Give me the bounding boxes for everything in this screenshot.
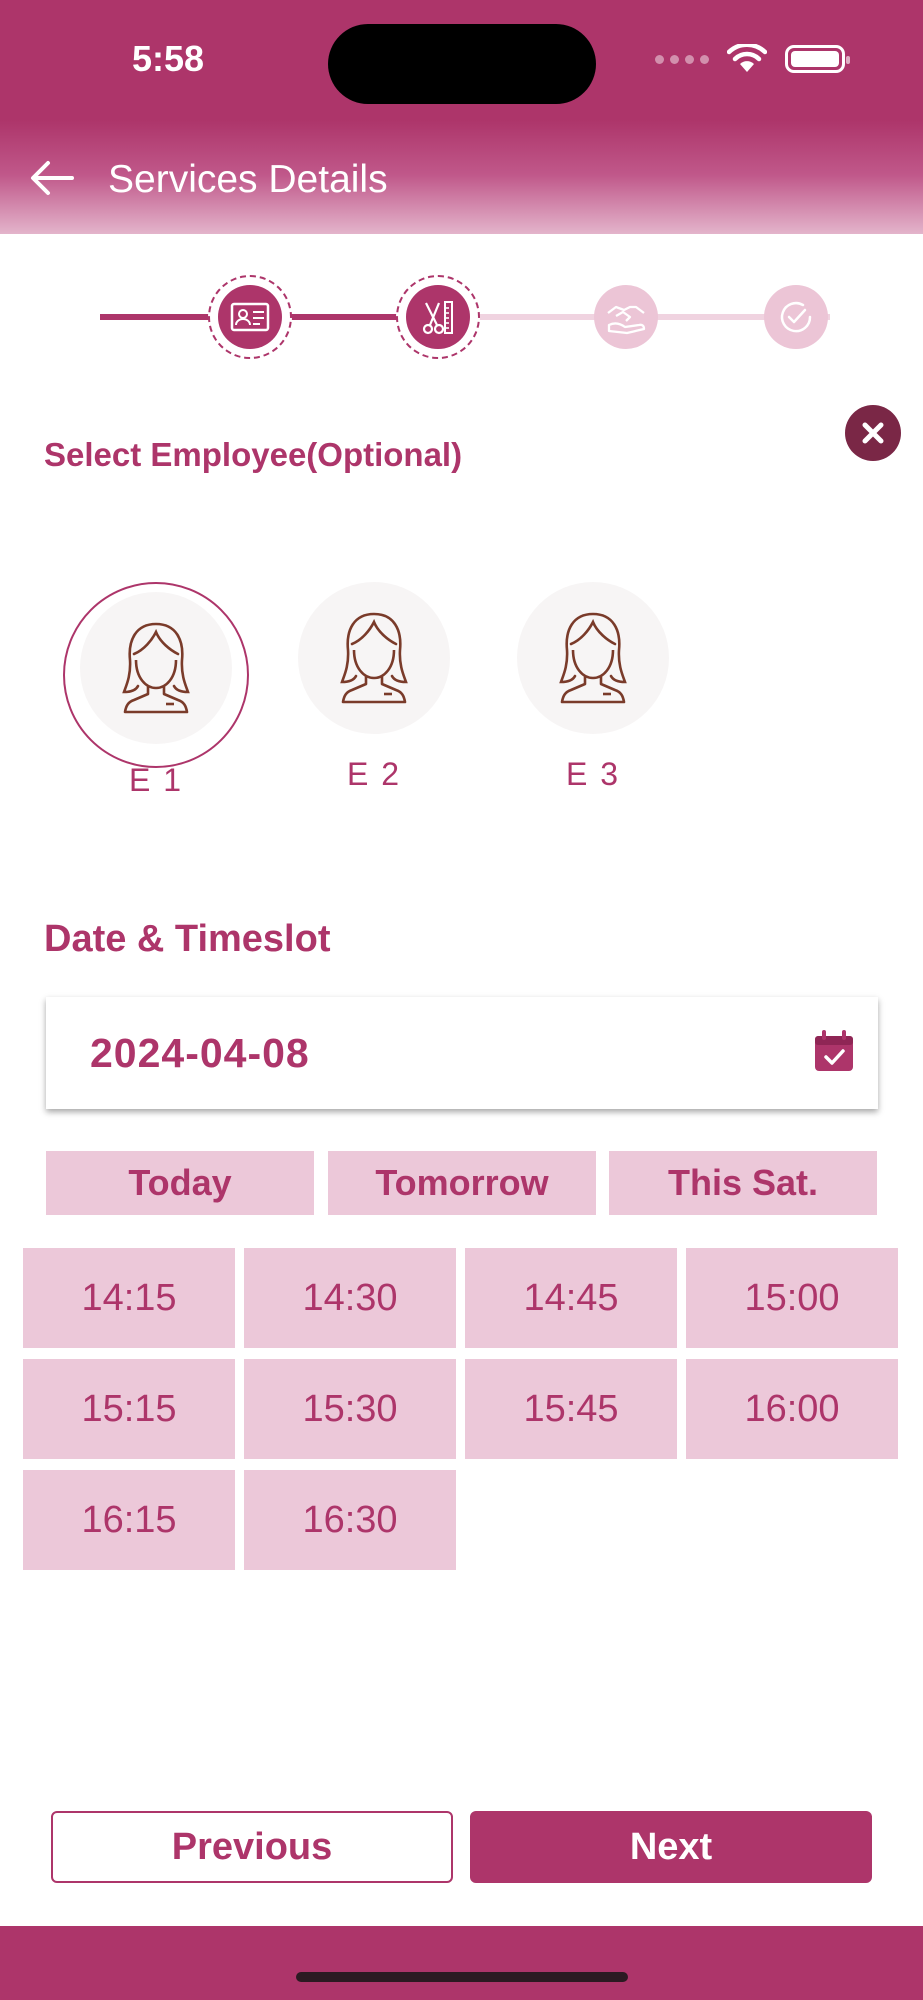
- scissors-comb-icon: [422, 301, 453, 335]
- quick-date-today[interactable]: Today: [46, 1151, 314, 1215]
- date-picker-field[interactable]: 2024-04-08: [46, 997, 878, 1109]
- page-title: Services Details: [108, 158, 388, 201]
- female-avatar-icon: [340, 612, 408, 704]
- date-section-title: Date & Timeslot: [44, 918, 331, 960]
- home-indicator[interactable]: [296, 1972, 628, 1982]
- close-icon: [862, 422, 884, 444]
- employee-label: E 2: [346, 756, 402, 792]
- quick-date-this-sat[interactable]: This Sat.: [609, 1151, 877, 1215]
- time-slot[interactable]: 16:15: [23, 1470, 235, 1570]
- id-card-icon: [230, 302, 270, 332]
- step-3-node[interactable]: [584, 275, 668, 359]
- selected-ring: [63, 582, 249, 768]
- quick-date-tomorrow[interactable]: Tomorrow: [328, 1151, 596, 1215]
- progress-stepper: [100, 275, 830, 359]
- battery-icon: [785, 45, 850, 73]
- employee-section-title: Select Employee(Optional): [44, 436, 463, 473]
- time-slot[interactable]: 15:45: [465, 1359, 677, 1459]
- employee-option-1[interactable]: E 1: [63, 582, 249, 799]
- step-4-node[interactable]: [754, 275, 838, 359]
- employee-option-3[interactable]: E 3: [500, 582, 686, 793]
- date-value: 2024-04-08: [90, 1029, 310, 1076]
- female-avatar-icon: [559, 612, 627, 704]
- step-2-node[interactable]: [396, 275, 480, 359]
- step-1-node[interactable]: [208, 275, 292, 359]
- avatar: [517, 582, 669, 734]
- employee-label: E 3: [565, 756, 621, 792]
- dynamic-island: [328, 24, 596, 104]
- next-button[interactable]: Next: [470, 1811, 872, 1883]
- cellular-signal-icon: [655, 54, 709, 64]
- previous-button[interactable]: Previous: [51, 1811, 453, 1883]
- time-slot[interactable]: 16:00: [686, 1359, 898, 1459]
- bottom-bar: [0, 1926, 923, 2000]
- employee-option-2[interactable]: E 2: [281, 582, 467, 793]
- check-circle-icon: [780, 301, 812, 333]
- avatar: [298, 582, 450, 734]
- handshake-icon: [607, 305, 646, 335]
- back-arrow-icon[interactable]: [28, 158, 76, 198]
- time-slot[interactable]: 16:30: [244, 1470, 456, 1570]
- close-button[interactable]: [845, 405, 901, 461]
- app-header: 5:58 Services Details: [0, 0, 923, 234]
- status-time: 5:58: [132, 38, 205, 79]
- time-slot[interactable]: 14:45: [465, 1248, 677, 1348]
- time-slot[interactable]: 15:00: [686, 1248, 898, 1348]
- time-slot[interactable]: 15:30: [244, 1359, 456, 1459]
- calendar-check-icon[interactable]: [814, 1030, 854, 1072]
- status-icons: [655, 44, 850, 74]
- time-slot[interactable]: 14:15: [23, 1248, 235, 1348]
- time-slot[interactable]: 14:30: [244, 1248, 456, 1348]
- time-slot[interactable]: 15:15: [23, 1359, 235, 1459]
- wifi-icon: [727, 44, 767, 72]
